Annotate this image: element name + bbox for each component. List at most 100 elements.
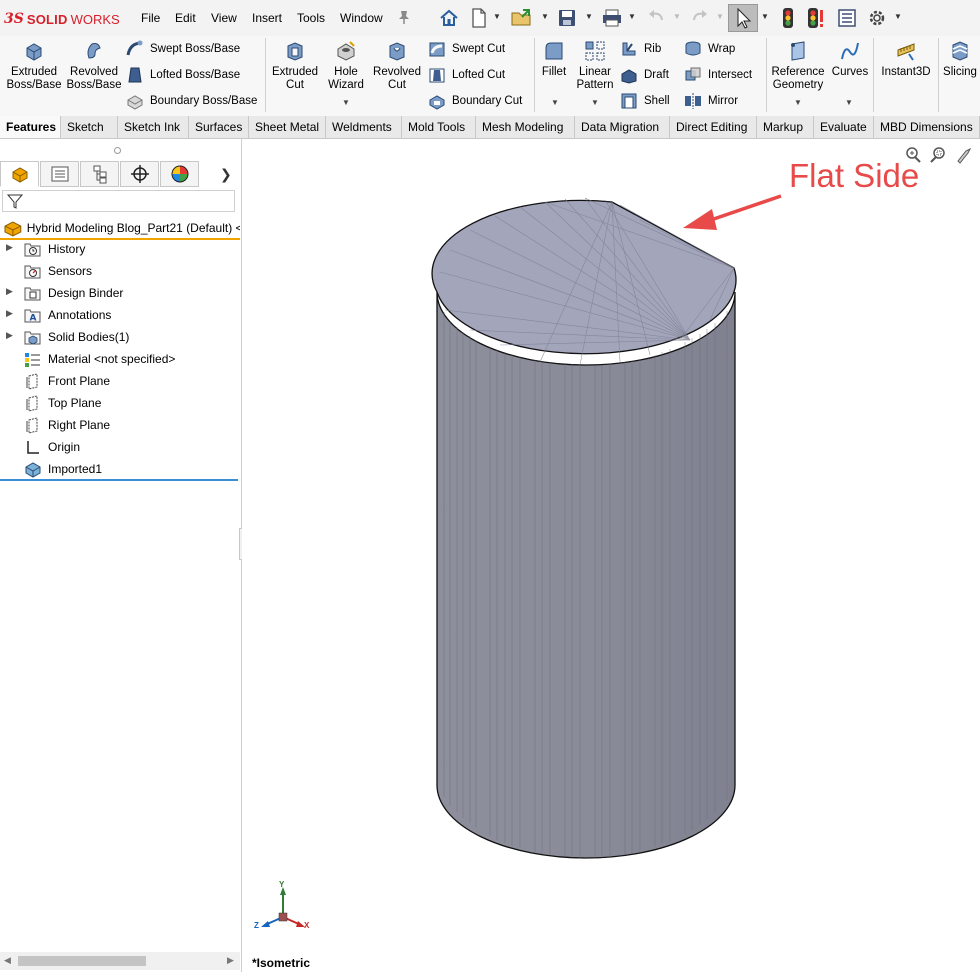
redo-dropdown-icon[interactable]: ▼ xyxy=(716,12,724,21)
tab-property-manager[interactable] xyxy=(40,161,79,187)
tree-item-sensors[interactable]: Sensors xyxy=(0,260,240,282)
open-dropdown-icon[interactable]: ▼ xyxy=(541,12,549,21)
zoom-to-area-icon[interactable] xyxy=(928,145,948,165)
tab-evaluate[interactable]: Evaluate xyxy=(814,116,874,138)
undo-icon[interactable] xyxy=(645,6,667,30)
panel-grip[interactable] xyxy=(0,139,240,160)
reference-geometry-button[interactable]: Reference Geometry xyxy=(769,40,827,92)
expand-arrow-icon[interactable]: ▶ xyxy=(6,242,13,253)
print-icon[interactable] xyxy=(601,6,623,30)
boundary-boss-base-button[interactable]: Boundary Boss/Base xyxy=(126,91,257,111)
save-icon[interactable] xyxy=(556,6,578,30)
hole-wizard-button[interactable]: Hole Wizard xyxy=(324,40,368,92)
tab-data-migration[interactable]: Data Migration xyxy=(575,116,670,138)
tab-markup[interactable]: Markup xyxy=(757,116,814,138)
slicing-button[interactable]: Slicing xyxy=(940,40,980,79)
extruded-boss-base-button[interactable]: Extruded Boss/Base xyxy=(6,40,62,92)
tab-surfaces[interactable]: Surfaces xyxy=(189,116,249,138)
pin-icon[interactable] xyxy=(397,9,411,25)
new-document-icon[interactable] xyxy=(469,6,489,30)
tree-item-material[interactable]: Material <not specified> xyxy=(0,348,240,370)
boundary-cut-button[interactable]: Boundary Cut xyxy=(428,91,522,111)
swept-boss-base-button[interactable]: Swept Boss/Base xyxy=(126,39,240,59)
fillet-button[interactable]: Fillet xyxy=(538,40,570,79)
rebuild-traffic-light-icon[interactable] xyxy=(778,6,798,30)
open-folder-icon[interactable] xyxy=(510,6,534,30)
tab-mbd-dimensions[interactable]: MBD Dimensions xyxy=(874,116,980,138)
tab-sketch[interactable]: Sketch xyxy=(61,116,118,138)
curves-dropdown-icon[interactable]: ▼ xyxy=(845,98,853,107)
tree-item-design-binder[interactable]: ▶ Design Binder xyxy=(0,282,240,304)
menu-edit[interactable]: Edit xyxy=(175,11,196,25)
tree-item-imported1[interactable]: Imported1 xyxy=(0,458,240,480)
revolved-cut-button[interactable]: Revolved Cut xyxy=(370,40,424,92)
select-dropdown-icon[interactable]: ▼ xyxy=(761,12,769,21)
graphics-area[interactable]: Y X Z xyxy=(242,139,980,972)
linear-pattern-dropdown-icon[interactable]: ▼ xyxy=(591,98,599,107)
tree-item-solid-bodies[interactable]: ▶ Solid Bodies(1) xyxy=(0,326,240,348)
undo-dropdown-icon[interactable]: ▼ xyxy=(673,12,681,21)
scrollbar-thumb[interactable] xyxy=(18,956,146,966)
force-rebuild-icon[interactable] xyxy=(806,6,826,30)
curves-button[interactable]: Curves xyxy=(830,40,870,79)
intersect-button[interactable]: Intersect xyxy=(684,65,752,85)
tab-direct-editing[interactable]: Direct Editing xyxy=(670,116,757,138)
menu-insert[interactable]: Insert xyxy=(252,11,282,25)
fillet-dropdown-icon[interactable]: ▼ xyxy=(551,98,559,107)
reference-geometry-dropdown-icon[interactable]: ▼ xyxy=(794,98,802,107)
tab-dimxpert-manager[interactable] xyxy=(120,161,159,187)
tab-display-manager[interactable] xyxy=(160,161,199,187)
mirror-button[interactable]: Mirror xyxy=(684,91,738,111)
menu-tools[interactable]: Tools xyxy=(297,11,325,25)
select-button[interactable] xyxy=(728,4,758,32)
new-dropdown-icon[interactable]: ▼ xyxy=(493,12,501,21)
draft-button[interactable]: Draft xyxy=(620,65,669,85)
hole-wizard-dropdown-icon[interactable]: ▼ xyxy=(342,98,350,107)
tab-configuration-manager[interactable] xyxy=(80,161,119,187)
panel-tabs-next-icon[interactable]: ❯ xyxy=(220,166,232,183)
print-dropdown-icon[interactable]: ▼ xyxy=(628,12,636,21)
shell-button[interactable]: Shell xyxy=(620,91,670,111)
tree-item-front-plane[interactable]: Front Plane xyxy=(0,370,240,392)
scroll-left-icon[interactable]: ◀ xyxy=(4,955,11,966)
file-properties-icon[interactable] xyxy=(836,6,858,30)
menu-window[interactable]: Window xyxy=(340,11,383,25)
instant3d-button[interactable]: Instant3D xyxy=(876,40,936,79)
home-icon[interactable] xyxy=(437,6,461,30)
tree-item-history[interactable]: ▶ History xyxy=(0,238,240,260)
tab-feature-manager[interactable] xyxy=(0,161,39,187)
expand-arrow-icon[interactable]: ▶ xyxy=(6,286,13,297)
options-gear-icon[interactable] xyxy=(866,6,888,30)
cylinder-side-face[interactable] xyxy=(436,291,736,859)
model-cylinder[interactable] xyxy=(242,139,980,972)
tree-item-origin[interactable]: Origin xyxy=(0,436,240,458)
tab-sheet-metal[interactable]: Sheet Metal xyxy=(249,116,326,138)
lofted-boss-base-button[interactable]: Lofted Boss/Base xyxy=(126,65,240,85)
tab-sketch-ink[interactable]: Sketch Ink xyxy=(118,116,189,138)
options-dropdown-icon[interactable]: ▼ xyxy=(894,12,902,21)
tab-mold-tools[interactable]: Mold Tools xyxy=(402,116,476,138)
tab-weldments[interactable]: Weldments xyxy=(326,116,402,138)
rib-button[interactable]: Rib xyxy=(620,39,661,59)
tree-filter-field[interactable] xyxy=(2,190,235,212)
wrap-button[interactable]: Wrap xyxy=(684,39,735,59)
panel-horizontal-scrollbar[interactable]: ◀ ▶ xyxy=(0,952,240,970)
tree-item-right-plane[interactable]: Right Plane xyxy=(0,414,240,436)
coordinate-triad[interactable] xyxy=(261,887,305,927)
swept-cut-button[interactable]: Swept Cut xyxy=(428,39,505,59)
expand-arrow-icon[interactable]: ▶ xyxy=(6,308,13,319)
tree-item-top-plane[interactable]: Top Plane xyxy=(0,392,240,414)
tab-mesh-modeling[interactable]: Mesh Modeling xyxy=(476,116,575,138)
tab-features[interactable]: Features xyxy=(0,116,61,138)
revolved-boss-base-button[interactable]: Revolved Boss/Base xyxy=(66,40,122,92)
linear-pattern-button[interactable]: Linear Pattern xyxy=(574,40,616,92)
expand-arrow-icon[interactable]: ▶ xyxy=(6,330,13,341)
save-dropdown-icon[interactable]: ▼ xyxy=(585,12,593,21)
solidworks-logo[interactable]: 3S SOLID WORKS xyxy=(4,9,120,29)
lofted-cut-button[interactable]: Lofted Cut xyxy=(428,65,505,85)
menu-view[interactable]: View xyxy=(211,11,237,25)
tree-item-annotations[interactable]: ▶ A Annotations xyxy=(0,304,240,326)
tree-root-part[interactable]: Hybrid Modeling Blog_Part21 (Default) < xyxy=(0,218,240,240)
redo-icon[interactable] xyxy=(689,6,711,30)
scroll-right-icon[interactable]: ▶ xyxy=(227,955,234,966)
